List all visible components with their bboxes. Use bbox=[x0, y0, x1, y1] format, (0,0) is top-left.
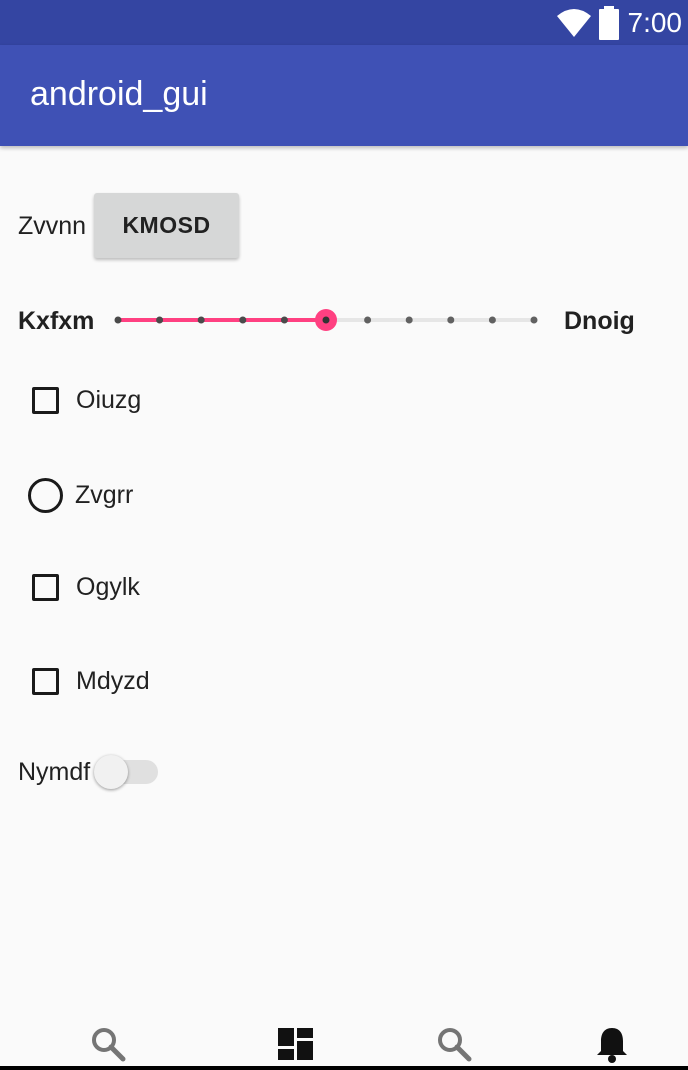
checkbox-row-oiuzg[interactable]: Oiuzg bbox=[28, 386, 141, 415]
checkbox-row-ogylk[interactable]: Ogylk bbox=[28, 573, 140, 602]
slider-thumb-center bbox=[322, 316, 330, 324]
checkbox-row-mdyzd[interactable]: Mdyzd bbox=[28, 667, 150, 696]
app-bar: android_gui bbox=[0, 45, 688, 146]
slider-tick bbox=[114, 316, 122, 324]
status-bar: 7:00 bbox=[0, 0, 688, 45]
radio-button[interactable] bbox=[28, 478, 63, 513]
slider-tick bbox=[156, 316, 164, 324]
checkbox-label: Oiuzg bbox=[76, 386, 142, 414]
checkbox[interactable] bbox=[32, 387, 59, 414]
switch-thumb[interactable] bbox=[94, 755, 128, 789]
slider-tick bbox=[530, 316, 538, 324]
discrete-slider[interactable] bbox=[110, 306, 550, 334]
switch-label: Nymdf bbox=[18, 758, 91, 786]
search-icon[interactable] bbox=[88, 1024, 128, 1064]
wifi-icon bbox=[556, 9, 591, 37]
slider-tick bbox=[488, 316, 496, 324]
app-title: android_gui bbox=[30, 75, 208, 113]
notifications-icon[interactable] bbox=[592, 1024, 632, 1064]
slider-tick bbox=[197, 316, 205, 324]
radio-row-zvgrr[interactable]: Zvgrr bbox=[28, 478, 133, 513]
slider-tick bbox=[364, 316, 372, 324]
slider-tick bbox=[447, 316, 455, 324]
bottom-navigation bbox=[0, 1016, 688, 1066]
checkbox-label: Mdyzd bbox=[76, 667, 150, 695]
slider-right-label: Dnoig bbox=[564, 307, 635, 335]
slider-left-label: Kxfxm bbox=[18, 307, 95, 335]
form-content: Zvvnn KMOSD Kxfxm Dnoig Oiuzg Zvgrr Ogyl… bbox=[0, 146, 688, 1016]
radio-label: Zvgrr bbox=[75, 481, 134, 509]
checkbox[interactable] bbox=[32, 668, 59, 695]
checkbox[interactable] bbox=[32, 574, 59, 601]
slider-tick bbox=[405, 316, 413, 324]
checkbox-label: Ogylk bbox=[76, 573, 140, 601]
dashboard-icon[interactable] bbox=[276, 1024, 316, 1064]
kmosd-button[interactable]: KMOSD bbox=[94, 193, 239, 258]
battery-icon bbox=[598, 6, 619, 40]
search-icon[interactable] bbox=[434, 1024, 474, 1064]
slider-tick bbox=[280, 316, 288, 324]
status-icons: 7:00 bbox=[556, 6, 683, 40]
slider-tick bbox=[239, 316, 247, 324]
bottom-divider bbox=[0, 1066, 688, 1070]
button-row-label: Zvvnn bbox=[18, 212, 87, 240]
status-time: 7:00 bbox=[627, 7, 683, 38]
